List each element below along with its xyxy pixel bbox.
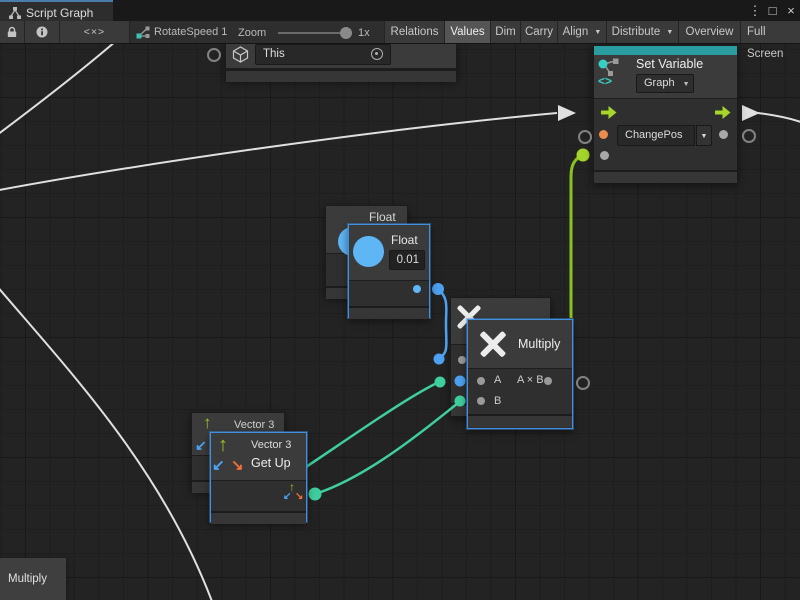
variable-name-port-dot[interactable] bbox=[599, 130, 608, 139]
node-float-back-title: Float bbox=[369, 210, 396, 224]
set-variable-right-port-ring[interactable] bbox=[742, 129, 756, 143]
set-variable-left-port-ring[interactable] bbox=[578, 130, 592, 144]
window-close-button[interactable]: × bbox=[783, 2, 799, 20]
vector3-mini-down-left-arrow-icon: ↙ bbox=[283, 492, 291, 502]
vector3-down-left-arrow-icon: ↙ bbox=[212, 458, 225, 473]
set-variable-scope-dropdown[interactable]: Graph ▼ bbox=[636, 74, 694, 93]
node-float-title: Float bbox=[391, 233, 418, 247]
multiply-port-a-dot[interactable] bbox=[477, 377, 485, 385]
multiply-icon bbox=[478, 329, 508, 359]
chevron-down-icon: ▼ bbox=[666, 29, 673, 36]
tab-bar: Script Graph ⋮ □ × bbox=[0, 0, 800, 21]
multiply-output-label: A × B bbox=[517, 374, 544, 386]
chevron-down-icon: ▼ bbox=[683, 81, 690, 88]
node-vector3-back-title: Vector 3 bbox=[234, 419, 274, 431]
float-output-port-dot[interactable] bbox=[413, 285, 421, 293]
graph-toolbar: <×> RotateSpeed 1 Zoom 1x Relations Valu… bbox=[0, 21, 800, 44]
window-maximize-button[interactable]: □ bbox=[764, 2, 781, 20]
graph-breadcrumb[interactable]: RotateSpeed 1 bbox=[130, 21, 235, 43]
tab-script-graph[interactable]: Script Graph bbox=[0, 0, 113, 21]
script-graph-tab-icon bbox=[8, 6, 22, 20]
lock-button[interactable] bbox=[0, 21, 25, 43]
control-in-arrow-icon[interactable] bbox=[601, 106, 617, 119]
float-icon bbox=[353, 236, 384, 267]
node-float-footer bbox=[349, 306, 429, 319]
variable-name-dropdown[interactable]: ChangePos bbox=[617, 125, 695, 146]
distribute-label: Distribute bbox=[612, 26, 661, 38]
this-field-value: This bbox=[263, 48, 285, 60]
this-node-port-ring[interactable] bbox=[207, 48, 221, 62]
tooltip: Multiply bbox=[0, 558, 66, 600]
graph-asset-icon bbox=[136, 26, 150, 39]
node-multiply-footer bbox=[468, 414, 572, 427]
tab-title: Script Graph bbox=[26, 6, 93, 20]
lock-icon bbox=[6, 26, 18, 38]
vector3-mini-down-right-arrow-icon: ↘ bbox=[295, 492, 303, 502]
info-icon bbox=[36, 26, 48, 38]
float-value: 0.01 bbox=[397, 254, 419, 266]
zoom-slider-handle[interactable] bbox=[340, 27, 352, 39]
toolbar-button-carry[interactable]: Carry bbox=[521, 21, 558, 43]
multiply-port-b-label: B bbox=[494, 395, 501, 407]
node-multiply-title: Multiply bbox=[518, 337, 560, 351]
toolbar-button-values[interactable]: Values bbox=[445, 21, 491, 43]
vector3-back-up-arrow-icon: ↑ bbox=[203, 414, 212, 431]
variable-name-value: ChangePos bbox=[625, 129, 683, 141]
align-label: Align bbox=[563, 26, 589, 38]
toolbar-button-relations[interactable]: Relations bbox=[384, 21, 445, 43]
zoom-label: Zoom bbox=[238, 27, 266, 39]
multiply-port-b-dot[interactable] bbox=[477, 397, 485, 405]
node-vector3-footer bbox=[211, 511, 306, 524]
multiply-port-a-label: A bbox=[494, 374, 501, 386]
game-object-cube-icon bbox=[232, 46, 249, 63]
toolbar-button-dim[interactable]: Dim bbox=[491, 21, 521, 43]
script-graph-window: Float Vector 3 ↑ ↙ This bbox=[0, 0, 800, 600]
object-picker-icon[interactable] bbox=[371, 48, 383, 60]
multiply-output-port-ring[interactable] bbox=[576, 376, 590, 390]
set-variable-title: Set Variable bbox=[636, 57, 703, 71]
node-vector3-subtitle: Get Up bbox=[251, 456, 291, 470]
toolbar-button-distribute[interactable]: Distribute ▼ bbox=[607, 21, 679, 43]
set-variable-code-icon: <> bbox=[598, 74, 612, 88]
code-view-icon: <×> bbox=[84, 26, 105, 38]
info-button[interactable] bbox=[25, 21, 60, 43]
set-variable-output-port-dot[interactable] bbox=[719, 130, 728, 139]
toolbar-button-full-screen[interactable]: Full Screen bbox=[741, 21, 800, 43]
chevron-down-icon: ▼ bbox=[701, 133, 708, 140]
variable-dropdown-chevron[interactable]: ▼ bbox=[696, 125, 712, 146]
set-variable-footer bbox=[594, 170, 737, 183]
float-value-field[interactable]: 0.01 bbox=[389, 250, 425, 270]
node-vector3-title: Vector 3 bbox=[251, 439, 291, 451]
chevron-down-icon: ▼ bbox=[594, 29, 601, 36]
zoom-value: 1x bbox=[358, 27, 370, 39]
vector3-down-right-arrow-icon: ↘ bbox=[231, 458, 244, 473]
scope-dropdown-value: Graph bbox=[644, 77, 675, 89]
vector3-back-down-left-arrow-icon: ↙ bbox=[195, 438, 207, 452]
multiply-back-port-dot[interactable] bbox=[458, 356, 466, 364]
toolbar-button-align[interactable]: Align ▼ bbox=[558, 21, 607, 43]
tooltip-text: Multiply bbox=[8, 573, 47, 585]
vector3-up-arrow-icon: ↑ bbox=[218, 435, 228, 455]
set-variable-value-port-dot[interactable] bbox=[600, 151, 609, 160]
control-out-arrow-icon[interactable] bbox=[715, 106, 731, 119]
multiply-output-port-dot[interactable] bbox=[544, 377, 552, 385]
window-menu-button[interactable]: ⋮ bbox=[748, 2, 762, 20]
toolbar-button-overview[interactable]: Overview bbox=[679, 21, 741, 43]
code-view-button[interactable]: <×> bbox=[60, 21, 130, 43]
graph-name: RotateSpeed 1 bbox=[154, 26, 227, 38]
set-variable-accent-bar bbox=[594, 46, 737, 55]
node-this-footer bbox=[226, 69, 456, 82]
